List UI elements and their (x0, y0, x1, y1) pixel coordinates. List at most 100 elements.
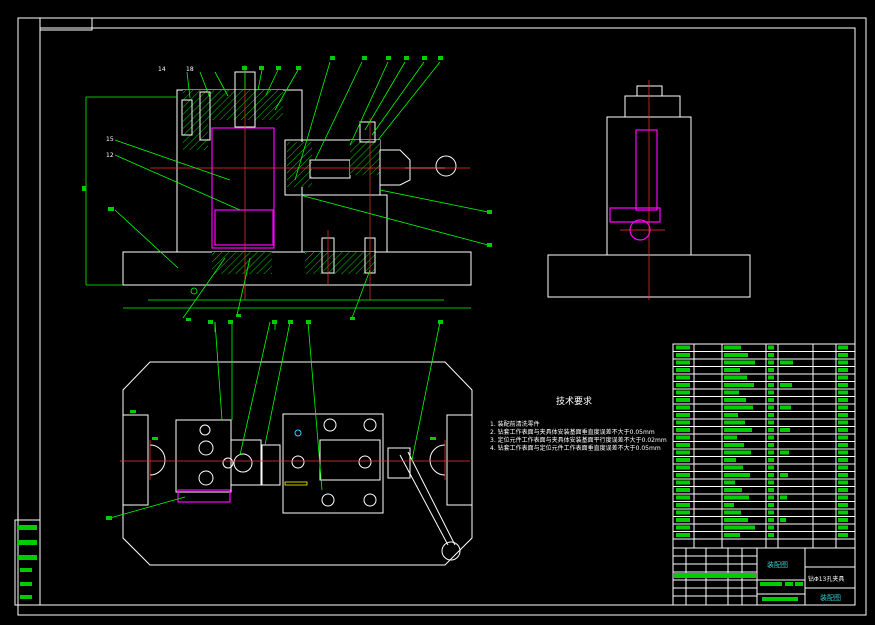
drawing-type-2: 装配图 (820, 593, 841, 602)
parts-list-cell (768, 360, 774, 365)
parts-list-cell (768, 383, 774, 387)
title-block: 装配图 钻Φ13孔夹具 装配图 (672, 547, 856, 606)
parts-list-cell (724, 405, 753, 410)
parts-list-cell (768, 368, 774, 372)
parts-list-cell (838, 383, 848, 387)
parts-list-cell (838, 503, 848, 507)
parts-list-cell (724, 503, 734, 507)
parts-list-cell (676, 368, 690, 372)
parts-list-cell (724, 488, 742, 492)
parts-list-cell (780, 360, 793, 365)
parts-list-cell (768, 518, 774, 522)
parts-list-cell (676, 435, 690, 440)
parts-list-cell (768, 428, 774, 432)
parts-list-cell (676, 405, 690, 410)
parts-list-cell (676, 488, 690, 492)
part-label: 18 (186, 66, 194, 73)
tech-req-item: 3. 定位元件工作表面与夹具体安装基面平行度误差不大于0.02mm (490, 436, 667, 444)
parts-list-cell (676, 360, 690, 365)
side-view (547, 80, 751, 300)
parts-list-cell (768, 525, 774, 530)
parts-list-cell (676, 458, 690, 462)
parts-list-cell (724, 360, 755, 365)
parts-list-cell (768, 533, 774, 537)
parts-list-cell (676, 353, 690, 357)
parts-list-cell (838, 360, 848, 365)
parts-list-cell (838, 525, 848, 530)
parts-list-cell (780, 473, 788, 477)
parts-list-cell (676, 473, 690, 477)
parts-list-cell (676, 465, 690, 470)
parts-list-cell (780, 495, 787, 500)
parts-list-cell (768, 495, 774, 500)
parts-list-cell (724, 480, 735, 485)
parts-list-cell (838, 345, 848, 350)
parts-list-cell (724, 473, 750, 477)
parts-list-cell (768, 398, 774, 402)
tech-req-title: 技术要求 (556, 395, 592, 407)
drawing-type: 装配图 (767, 560, 788, 569)
parts-list-cell (724, 428, 752, 432)
parts-list-cell (724, 533, 740, 537)
parts-list-cell (768, 420, 774, 425)
parts-list-cell (676, 383, 690, 387)
parts-list-cell (780, 450, 789, 455)
parts-list-cell (676, 495, 690, 500)
parts-list-cell (676, 525, 690, 530)
parts-list-cell (768, 413, 774, 417)
tech-req-item: 4. 钻套工作表面与定位元件工作表面垂直度误差不大于0.05mm (490, 444, 661, 452)
parts-list-cell (724, 443, 744, 447)
parts-list-cell (768, 345, 774, 350)
parts-list-cell (724, 398, 746, 402)
parts-list-cell (724, 450, 751, 455)
parts-list-cell (676, 533, 690, 537)
parts-list-cell (838, 473, 848, 477)
technical-requirements: 技术要求 1. 装配前清洗零件 2. 钻套工作表面与夹具体安装基面垂直度误差不大… (490, 395, 667, 452)
parts-list-cell (676, 518, 690, 522)
parts-list-cell (768, 375, 774, 380)
parts-list-cell (676, 450, 690, 455)
parts-list-cell (724, 525, 755, 530)
parts-list-cell (724, 353, 748, 357)
parts-list-cell (676, 398, 690, 402)
parts-list-cell (838, 435, 848, 440)
parts-list-cell (676, 413, 690, 417)
parts-list-cell (676, 390, 690, 395)
parts-list-cell (676, 428, 690, 432)
parts-list-cell (724, 465, 743, 470)
parts-list-cell (724, 383, 754, 387)
parts-list-cell (768, 353, 774, 357)
parts-list-cell (838, 428, 848, 432)
parts-list-cell (838, 405, 848, 410)
parts-list (672, 343, 856, 549)
parts-list-cell (838, 458, 848, 462)
parts-list-cell (780, 383, 792, 387)
parts-list-cell (676, 420, 690, 425)
part-label: 12 (106, 152, 114, 159)
parts-list-cell (780, 428, 790, 432)
parts-list-cell (676, 503, 690, 507)
parts-list-cell (838, 353, 848, 357)
parts-list-cell (724, 518, 748, 522)
tech-req-item: 1. 装配前清洗零件 (490, 420, 540, 428)
parts-list-cell (838, 480, 848, 485)
top-view (106, 320, 473, 566)
parts-list-cell (768, 473, 774, 477)
parts-list-cell (780, 518, 786, 522)
parts-list-cell (838, 450, 848, 455)
parts-list-cell (780, 405, 791, 410)
drawing-name: 钻Φ13孔夹具 (808, 575, 844, 583)
parts-list-cell (768, 480, 774, 485)
parts-list-cell (838, 413, 848, 417)
parts-list-cell (768, 510, 774, 515)
cad-drawing: 14 18 15 12 技术要求 1. 装配前清洗零件 2. 钻套工作表面与夹具… (14, 17, 867, 616)
parts-list-cell (724, 390, 739, 395)
parts-list-cell (838, 488, 848, 492)
parts-list-cell (838, 368, 848, 372)
parts-list-cell (838, 510, 848, 515)
parts-list-cell (724, 510, 741, 515)
parts-list-cell (768, 488, 774, 492)
front-view (85, 65, 472, 309)
parts-list-cell (724, 458, 736, 462)
parts-list-cell (838, 398, 848, 402)
